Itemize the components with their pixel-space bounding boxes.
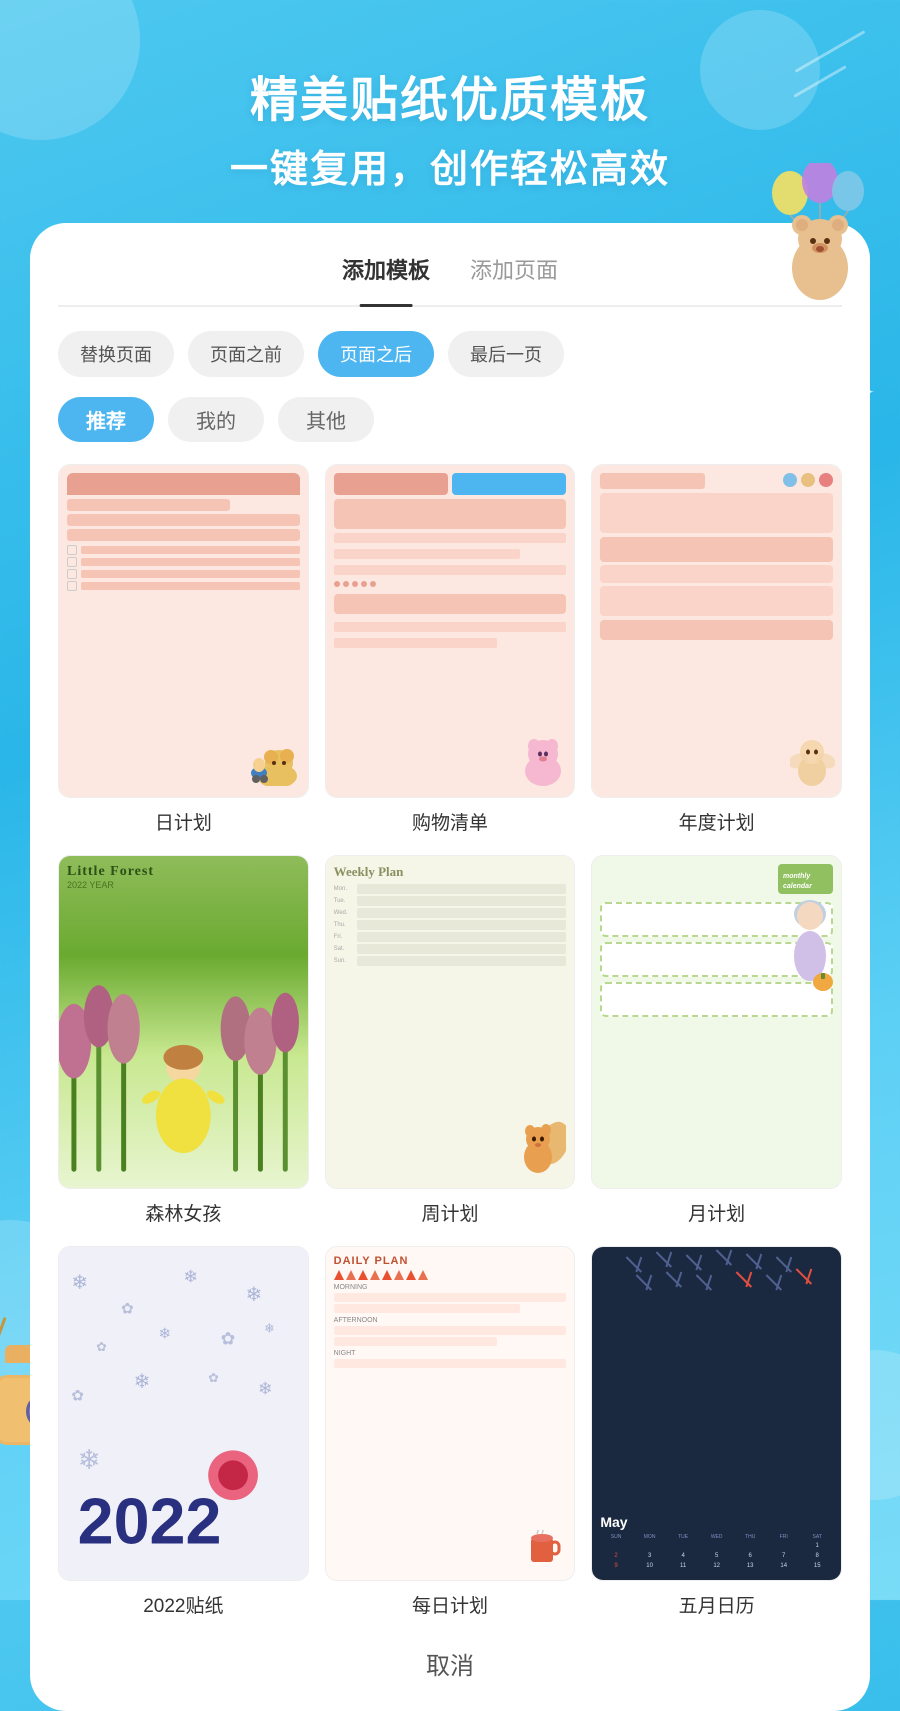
category-row: 推荐 我的 其他 bbox=[58, 397, 842, 442]
svg-text:❄: ❄ bbox=[264, 1322, 274, 1336]
template-thumb-daily-plan bbox=[58, 464, 309, 798]
tabs-row: 添加模板 添加页面 bbox=[58, 253, 842, 307]
template-label-weekly: 周计划 bbox=[421, 1199, 478, 1226]
template-item-shopping[interactable]: 购物清单 bbox=[325, 464, 576, 835]
pos-btn-before[interactable]: 页面之前 bbox=[188, 331, 304, 377]
svg-text:2022: 2022 bbox=[78, 1485, 222, 1558]
template-label-daily-plan-2: 每日计划 bbox=[412, 1591, 488, 1618]
template-item-monthly[interactable]: monthly calendar bbox=[591, 855, 842, 1226]
tab-add-page[interactable]: 添加页面 bbox=[470, 253, 558, 293]
template-label-shopping: 购物清单 bbox=[412, 808, 488, 835]
template-label-may-calendar: 五月日历 bbox=[679, 1591, 755, 1618]
template-item-2022[interactable]: ❄ ✿ ❄ ❄ ✿ ❄ ✿ ❄ ✿ ❄ ✿ ❄ bbox=[58, 1246, 309, 1617]
cat-pill-recommend[interactable]: 推荐 bbox=[58, 397, 154, 442]
template-item-weekly[interactable]: Weekly Plan Mon. Tue. Wed. Thu. Fri. Sat… bbox=[325, 855, 576, 1226]
svg-text:calendar: calendar bbox=[783, 883, 813, 890]
svg-text:✿: ✿ bbox=[71, 1389, 83, 1405]
weekly-plan-title: Weekly Plan bbox=[334, 864, 567, 880]
daily-plan-title: DAILY PLAN bbox=[334, 1255, 567, 1267]
template-grid: 日计划 bbox=[58, 464, 842, 1618]
svg-text:❄: ❄ bbox=[245, 1285, 262, 1307]
svg-text:❄: ❄ bbox=[183, 1267, 198, 1287]
little-forest-title: Little Forest bbox=[67, 864, 300, 880]
template-label-yearly: 年度计划 bbox=[679, 808, 755, 835]
template-label-2022: 2022贴纸 bbox=[143, 1591, 223, 1618]
template-item-forest-girl[interactable]: Little Forest 2022 YEAR bbox=[58, 855, 309, 1226]
svg-text:monthly: monthly bbox=[783, 873, 811, 880]
cat-pill-mine[interactable]: 我的 bbox=[168, 397, 264, 442]
template-thumb-forest-girl: Little Forest 2022 YEAR bbox=[58, 855, 309, 1189]
tab-add-template[interactable]: 添加模板 bbox=[342, 253, 430, 293]
template-label-forest-girl: 森林女孩 bbox=[145, 1199, 221, 1226]
cancel-button[interactable]: 取消 bbox=[58, 1618, 842, 1691]
template-label-daily-plan: 日计划 bbox=[155, 808, 212, 835]
svg-text:❄: ❄ bbox=[158, 1327, 171, 1343]
svg-text:❄: ❄ bbox=[258, 1379, 273, 1399]
main-card: 添加模板 添加页面 替换页面 页面之前 页面之后 最后一页 推荐 我的 其他 bbox=[30, 223, 870, 1711]
template-label-monthly: 月计划 bbox=[688, 1199, 745, 1226]
template-thumb-shopping bbox=[325, 464, 576, 798]
template-thumb-weekly: Weekly Plan Mon. Tue. Wed. Thu. Fri. Sat… bbox=[325, 855, 576, 1189]
template-thumb-daily-plan-2: DAILY PLAN MORNING AF bbox=[325, 1246, 576, 1580]
bear-decoration bbox=[760, 163, 880, 303]
pos-btn-last[interactable]: 最后一页 bbox=[448, 331, 564, 377]
template-item-daily-plan[interactable]: 日计划 bbox=[58, 464, 309, 835]
template-item-yearly[interactable]: 年度计划 bbox=[591, 464, 842, 835]
svg-text:✿: ✿ bbox=[208, 1371, 218, 1385]
svg-text:❄: ❄ bbox=[134, 1372, 151, 1394]
pos-btn-replace[interactable]: 替换页面 bbox=[58, 331, 174, 377]
cat-pill-other[interactable]: 其他 bbox=[278, 397, 374, 442]
template-thumb-2022: ❄ ✿ ❄ ❄ ✿ ❄ ✿ ❄ ✿ ❄ ✿ ❄ bbox=[58, 1246, 309, 1580]
template-item-daily-plan-2[interactable]: DAILY PLAN MORNING AF bbox=[325, 1246, 576, 1617]
svg-text:✿: ✿ bbox=[121, 1302, 134, 1318]
svg-text:❄: ❄ bbox=[71, 1272, 88, 1294]
template-item-may-calendar[interactable]: May SUN MON TUE WED THU FRI SAT bbox=[591, 1246, 842, 1617]
bg-circle-2 bbox=[700, 10, 820, 130]
pos-btn-after[interactable]: 页面之后 bbox=[318, 331, 434, 377]
svg-text:✿: ✿ bbox=[96, 1340, 106, 1354]
template-thumb-yearly bbox=[591, 464, 842, 798]
svg-text:❄: ❄ bbox=[78, 1444, 101, 1475]
position-row: 替换页面 页面之前 页面之后 最后一页 bbox=[58, 331, 842, 377]
little-forest-year: 2022 YEAR bbox=[67, 880, 300, 890]
svg-text:✿: ✿ bbox=[221, 1329, 236, 1349]
template-thumb-may-calendar: May SUN MON TUE WED THU FRI SAT bbox=[591, 1246, 842, 1580]
template-thumb-monthly: monthly calendar bbox=[591, 855, 842, 1189]
